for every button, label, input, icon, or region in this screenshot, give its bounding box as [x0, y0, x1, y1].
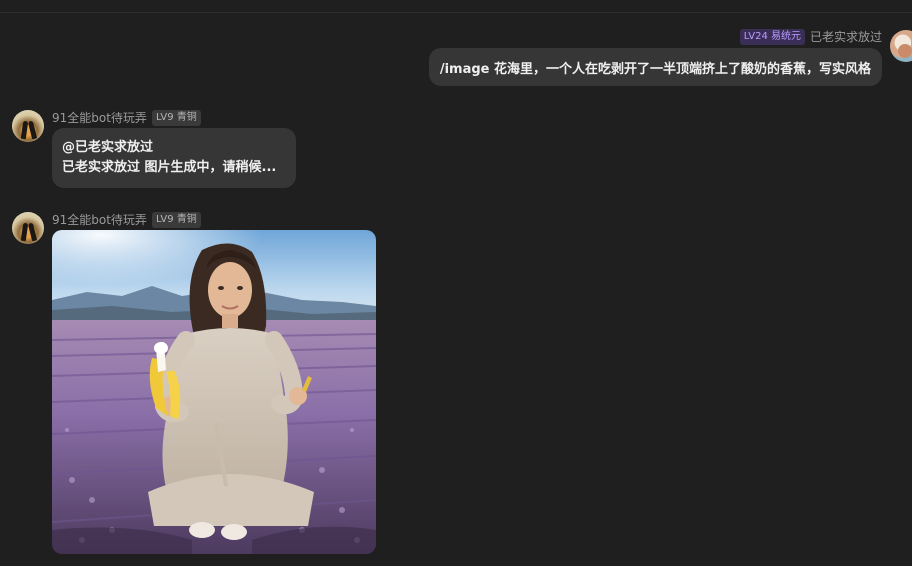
bot-message-header: 91全能bot待玩弄 LV9 青铜	[52, 109, 201, 126]
bot-reply-bubble[interactable]: @已老实求放过 已老实求放过 图片生成中，请稍候...	[52, 128, 296, 188]
bot-name[interactable]: 91全能bot待玩弄	[52, 109, 147, 126]
user-name[interactable]: 已老实求放过	[810, 28, 882, 45]
bot-name[interactable]: 91全能bot待玩弄	[52, 211, 147, 228]
bot-level-badge: LV9 青铜	[151, 211, 201, 228]
bot-level-badge: LV9 青铜	[151, 109, 201, 126]
bot-message-header: 91全能bot待玩弄 LV9 青铜	[52, 211, 201, 228]
user-message-header: LV24 易统元 已老实求放过	[739, 28, 882, 45]
generated-image[interactable]	[52, 230, 376, 554]
user-level-badge: LV24 易统元	[739, 28, 805, 45]
user-message-bubble[interactable]: /image 花海里，一个人在吃剥开了一半顶端挤上了酸奶的香蕉，写实风格	[428, 48, 882, 86]
reply-mention: @已老实求放过	[62, 140, 154, 155]
top-divider	[0, 12, 912, 13]
user-avatar[interactable]	[890, 30, 912, 62]
reply-status-text: 已老实求放过 图片生成中，请稍候...	[62, 160, 277, 175]
bot-avatar[interactable]	[12, 212, 44, 244]
bot-avatar[interactable]	[12, 110, 44, 142]
